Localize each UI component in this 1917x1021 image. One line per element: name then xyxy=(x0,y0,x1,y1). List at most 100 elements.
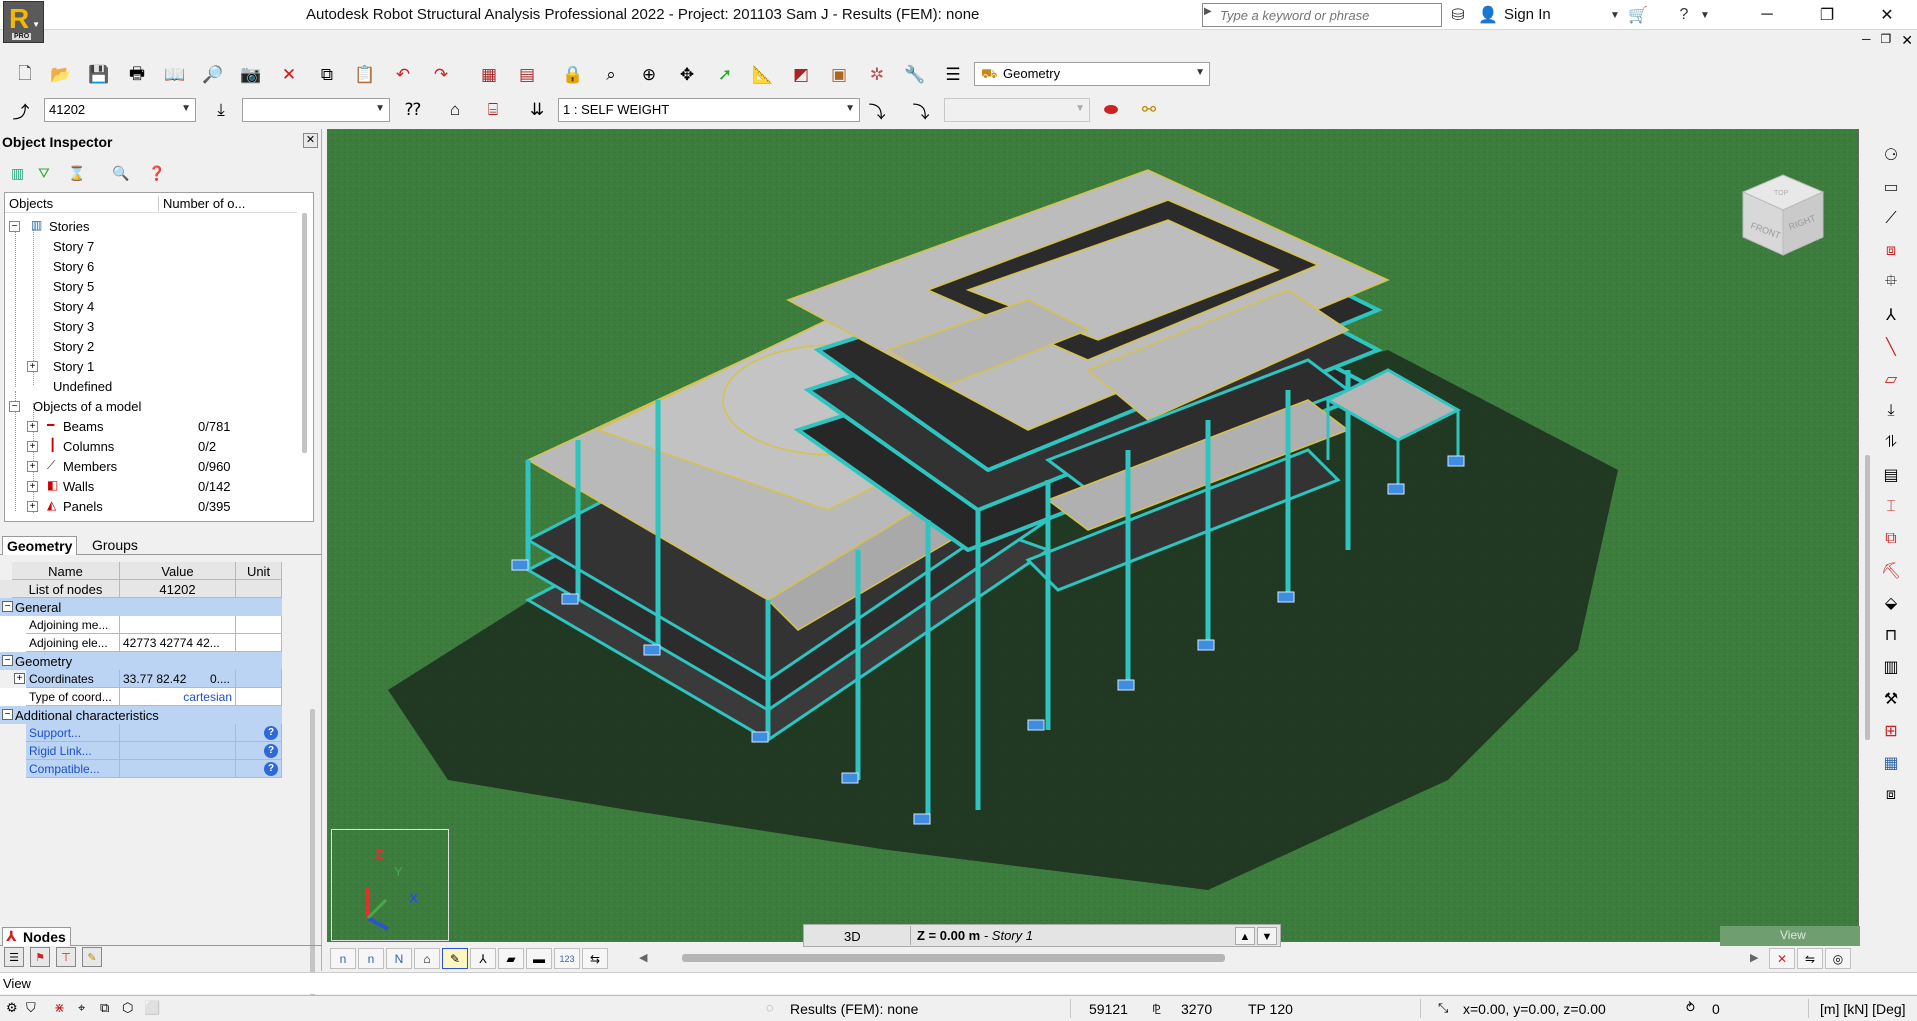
property-row[interactable]: Adjoining me... xyxy=(0,616,282,634)
screen-capture-icon[interactable]: 📷 xyxy=(238,62,264,88)
expand-icon[interactable]: + xyxy=(14,673,25,684)
materials-tool-icon[interactable]: ⧉ xyxy=(1879,527,1903,551)
filter-icon[interactable]: ⛛ xyxy=(38,165,50,182)
search-expand-icon[interactable]: ▶ xyxy=(1204,6,1212,17)
tables-icon[interactable]: ▤ xyxy=(514,62,540,88)
property-group-additional[interactable]: − Additional characteristics xyxy=(0,706,282,724)
solid-tool-icon[interactable]: ⬙ xyxy=(1879,591,1903,615)
polyline-tool-icon[interactable]: ⟋ xyxy=(1879,207,1903,231)
restore-icon[interactable]: ❐ xyxy=(1797,0,1857,30)
snap-settings-icon[interactable]: ⚙ xyxy=(6,1000,18,1016)
load-case-icon[interactable]: ⇊ xyxy=(524,97,550,123)
doc-minimize-icon[interactable]: ─ xyxy=(1862,32,1871,49)
node-numbers-icon[interactable]: n xyxy=(330,948,356,969)
flag-icon[interactable]: ⚑ xyxy=(30,947,50,967)
paste-icon[interactable]: 📋 xyxy=(352,62,378,88)
help-icon[interactable]: ? xyxy=(264,744,278,758)
user-icon[interactable]: 👤 xyxy=(1477,4,1499,26)
z-level-field[interactable]: Z = 0.00 m - Story 1 xyxy=(910,926,1235,945)
app-logo[interactable]: R ▼ PRO xyxy=(3,1,44,43)
property-row[interactable]: Support... ? xyxy=(0,724,282,742)
tools-icon[interactable]: 🔧 xyxy=(902,62,928,88)
undo-icon[interactable]: ↶ xyxy=(390,62,416,88)
tree-item-panels[interactable]: + ◭ Panels 0/395 xyxy=(5,498,305,516)
property-value[interactable]: 41202 xyxy=(120,580,236,598)
property-row[interactable]: + Coordinates 33.77 82.42 0.... xyxy=(0,670,282,688)
panel-tool-icon[interactable]: ⛏ xyxy=(1879,559,1903,583)
help-icon[interactable]: ? xyxy=(264,762,278,776)
node-select-icon[interactable]: ⤴ xyxy=(8,97,34,123)
structure-status-icon[interactable]: ⋇ xyxy=(54,1000,65,1016)
offsets-tool-icon[interactable]: ▤ xyxy=(1879,463,1903,487)
expand-icon[interactable]: + xyxy=(27,441,38,452)
sections-icon[interactable]: ◩ xyxy=(788,62,814,88)
view-story-icon[interactable]: ⌸ xyxy=(480,97,506,123)
zoom-window-icon[interactable]: ⌕ xyxy=(598,62,624,88)
print-icon[interactable]: 🖶 xyxy=(124,62,150,88)
close-icon[interactable]: ✕ xyxy=(1857,0,1917,30)
display-status-icon[interactable]: ⬡ xyxy=(122,1000,133,1016)
property-name[interactable]: Support... xyxy=(26,724,120,742)
units-status[interactable]: [m] [kN] [Deg] xyxy=(1820,1001,1906,1017)
model-icon[interactable]: ✲ xyxy=(864,62,890,88)
node-labels-icon[interactable]: n xyxy=(358,948,384,969)
property-group-general[interactable]: − General xyxy=(0,598,282,616)
attributes-status-icon[interactable]: ⧉ xyxy=(100,1000,109,1016)
table-tool-icon[interactable]: ▦ xyxy=(1879,751,1903,775)
bars-tool-icon[interactable]: ▭ xyxy=(1879,175,1903,199)
view-display-icon[interactable]: ◎ xyxy=(1825,948,1851,969)
panels-display-icon[interactable]: ▰ xyxy=(498,948,524,969)
minimize-icon[interactable]: ─ xyxy=(1737,0,1797,30)
sign-in-link[interactable]: Sign In xyxy=(1504,6,1551,23)
inspector-help-icon[interactable]: ❓ xyxy=(148,165,165,182)
display-loads-icon[interactable]: ⬬ xyxy=(1098,97,1124,123)
releases-tool-icon[interactable]: ⥮ xyxy=(1879,431,1903,455)
view-structure-icon[interactable]: ⌂ xyxy=(442,97,468,123)
property-value[interactable]: 33.77 82.42 0.... xyxy=(120,670,236,688)
windows-status-icon[interactable]: ⬜ xyxy=(144,1000,160,1016)
tree-scrollbar[interactable] xyxy=(302,213,307,453)
story-tool-icon[interactable]: ⊓ xyxy=(1879,623,1903,647)
level-down-icon[interactable]: ▼ xyxy=(1257,927,1277,945)
expand-icon[interactable]: + xyxy=(27,361,38,372)
sign-in-dropdown-icon[interactable]: ▼ xyxy=(1604,4,1626,26)
doc-restore-icon[interactable]: ❐ xyxy=(1881,32,1892,49)
property-value[interactable]: 42773 42774 42... xyxy=(120,634,236,652)
view-sync-icon[interactable]: ⇋ xyxy=(1797,948,1823,969)
lock-icon[interactable]: 🔒 xyxy=(560,62,586,88)
numbers-display-icon[interactable]: 123 xyxy=(554,948,580,969)
load-edit-icon[interactable]: ⤵ xyxy=(908,97,934,123)
expand-icon[interactable]: + xyxy=(27,461,38,472)
level-up-icon[interactable]: ▲ xyxy=(1235,927,1255,945)
clear-filter-icon[interactable]: ⌛ xyxy=(68,165,85,182)
tree-icon[interactable]: ▥ xyxy=(11,165,24,182)
structure-tool-icon[interactable]: ⊞ xyxy=(1879,719,1903,743)
cursor-status-icon[interactable]: ⌖ xyxy=(78,1000,85,1016)
collapse-icon[interactable]: − xyxy=(2,655,13,666)
preview-icon[interactable]: 🔎 xyxy=(200,62,226,88)
supports-display-icon[interactable]: ⅄ xyxy=(470,948,496,969)
expand-icon[interactable]: + xyxy=(27,501,38,512)
collapse-icon[interactable]: − xyxy=(2,601,13,612)
shrink-display-icon[interactable]: ⇆ xyxy=(582,948,608,969)
property-row[interactable]: Rigid Link... ? xyxy=(0,742,282,760)
tab-groups[interactable]: Groups xyxy=(88,536,142,554)
property-name[interactable]: Compatible... xyxy=(26,760,120,778)
structure-view[interactable]: FRONT RIGHT TOP Z Y X xyxy=(327,129,1859,942)
view-mode-button[interactable]: 3D xyxy=(844,929,861,944)
property-row[interactable]: Adjoining ele... 42773 42774 42... xyxy=(0,634,282,652)
preferences-icon[interactable]: ☰ xyxy=(940,62,966,88)
edit-icon[interactable]: ✎ xyxy=(82,947,102,967)
search-input[interactable] xyxy=(1220,3,1442,27)
measure-icon[interactable]: 📐 xyxy=(750,62,776,88)
list-icon[interactable]: ☰ xyxy=(4,947,24,967)
selection-help-icon[interactable]: ⁇ xyxy=(400,97,426,123)
collapse-icon[interactable]: − xyxy=(9,221,20,232)
inspector-close-icon[interactable]: ✕ xyxy=(303,133,318,148)
tree-column-objects[interactable]: Objects xyxy=(9,196,53,211)
find-icon[interactable]: 🔍 xyxy=(112,165,129,182)
grid-tool-icon[interactable]: ▥ xyxy=(1879,655,1903,679)
tree-item-members[interactable]: + ⟋ Members 0/960 xyxy=(5,458,305,476)
load-case-select[interactable]: 1 : SELF WEIGHT ▼ xyxy=(558,98,860,122)
expand-icon[interactable]: + xyxy=(27,421,38,432)
